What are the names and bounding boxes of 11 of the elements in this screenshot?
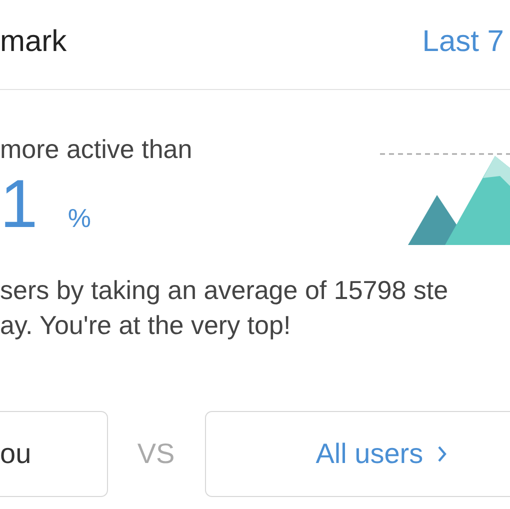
chevron-right-icon xyxy=(437,445,448,463)
period-link[interactable]: Last 7 xyxy=(422,24,504,58)
stat-caption: more active than xyxy=(0,134,192,165)
description-text: ay. You're at the very top! xyxy=(0,309,292,342)
stat-value: 1 xyxy=(0,169,38,239)
all-users-button[interactable]: All users xyxy=(204,411,510,497)
percent-unit: % xyxy=(68,203,91,234)
description-text: sers by taking an average of 15798 ste xyxy=(0,274,450,307)
page-title: mark xyxy=(0,24,67,58)
you-tab-button[interactable]: ou xyxy=(0,411,108,497)
versus-label: VS xyxy=(137,438,175,470)
